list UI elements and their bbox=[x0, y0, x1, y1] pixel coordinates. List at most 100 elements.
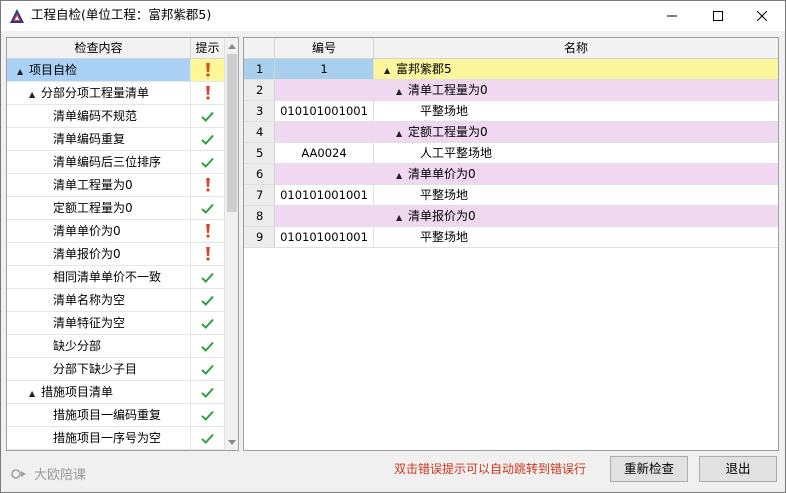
tree-row[interactable]: 清单单价为0 bbox=[7, 220, 224, 243]
tree-row[interactable]: 措施项目一编码重复 bbox=[7, 404, 224, 427]
tree-scrollbar[interactable] bbox=[224, 38, 238, 450]
expand-triangle-icon[interactable]: ▲ bbox=[17, 61, 29, 83]
close-button[interactable] bbox=[739, 1, 785, 31]
grid-cell-name[interactable]: 平整场地 bbox=[374, 101, 778, 121]
scroll-down-arrow-icon[interactable] bbox=[225, 435, 238, 449]
self-check-window: 工程自检(单位工程：富邦紫郡5) 检查内容 提示 ▲ 项目自检 ▲ 分部分项工程量清单… bbox=[0, 0, 786, 493]
grid-row[interactable]: 5 AA0024 人工平整场地 bbox=[244, 143, 778, 164]
expand-triangle-icon[interactable]: ▲ bbox=[396, 166, 408, 186]
scroll-up-arrow-icon[interactable] bbox=[225, 39, 238, 53]
grid-cell-code[interactable]: 010101001001 bbox=[275, 185, 374, 205]
grid-row-number[interactable]: 5 bbox=[244, 143, 275, 163]
grid-cell-code[interactable] bbox=[275, 206, 374, 226]
tree-row-tip[interactable] bbox=[191, 59, 224, 81]
grid-row-number[interactable]: 6 bbox=[244, 164, 275, 184]
grid-row[interactable]: 2 ▲ 清单工程量为0 bbox=[244, 80, 778, 102]
grid-row[interactable]: 3 010101001001 平整场地 bbox=[244, 101, 778, 122]
expand-triangle-icon[interactable]: ▲ bbox=[29, 84, 41, 106]
tree-row-tip[interactable] bbox=[191, 105, 224, 127]
tree-row[interactable]: 清单编码不规范 bbox=[7, 105, 224, 128]
tree-row[interactable]: 清单工程量为0 bbox=[7, 174, 224, 197]
expand-triangle-icon[interactable]: ▲ bbox=[396, 124, 408, 144]
tree-row[interactable]: 措施项目一序号为空 bbox=[7, 427, 224, 450]
grid-cell-code[interactable]: AA0024 bbox=[275, 143, 374, 163]
tree-row-tip[interactable] bbox=[191, 312, 224, 334]
expand-triangle-icon[interactable]: ▲ bbox=[396, 82, 408, 102]
tree-row-text: 清单单价为0 bbox=[53, 224, 121, 238]
scroll-thumb[interactable] bbox=[227, 54, 237, 212]
tree-row[interactable]: ▲ 分部分项工程量清单 bbox=[7, 82, 224, 105]
expand-triangle-icon[interactable]: ▲ bbox=[396, 208, 408, 228]
grid-cell-code[interactable] bbox=[275, 80, 374, 100]
grid-row-number[interactable]: 4 bbox=[244, 122, 275, 142]
grid-cell-name[interactable]: ▲ 清单工程量为0 bbox=[374, 80, 778, 102]
grid-row-number[interactable]: 8 bbox=[244, 206, 275, 226]
tree-row-tip[interactable] bbox=[191, 174, 224, 196]
tree-row[interactable]: 清单编码后三位排序 bbox=[7, 151, 224, 174]
tree-row-tip[interactable] bbox=[191, 404, 224, 426]
tree-row-text: 措施项目一编码重复 bbox=[53, 408, 162, 422]
tree-row-tip[interactable] bbox=[191, 82, 224, 104]
tree-row[interactable]: 定额工程量为0 bbox=[7, 197, 224, 220]
tree-row[interactable]: 相同清单单价不一致 bbox=[7, 266, 224, 289]
tree-row-tip[interactable] bbox=[191, 128, 224, 150]
grid-row[interactable]: 1 1 ▲ 富邦紫郡5 bbox=[244, 59, 778, 81]
grid-cell-code[interactable] bbox=[275, 164, 374, 184]
grid-cell-name-text: 平整场地 bbox=[420, 188, 469, 202]
tree-row-text: 分部分项工程量清单 bbox=[41, 86, 150, 100]
grid-cell-name[interactable]: ▲ 富邦紫郡5 bbox=[374, 59, 778, 81]
grid-row[interactable]: 7 010101001001 平整场地 bbox=[244, 185, 778, 206]
grid-cell-code[interactable] bbox=[275, 122, 374, 142]
tree-row-tip[interactable] bbox=[191, 381, 224, 403]
expand-triangle-icon[interactable]: ▲ bbox=[384, 61, 396, 81]
maximize-button[interactable] bbox=[695, 1, 741, 31]
grid-cell-code[interactable]: 010101001001 bbox=[275, 227, 374, 247]
tree-row-tip[interactable] bbox=[191, 220, 224, 242]
exit-button[interactable]: 退出 bbox=[699, 456, 777, 482]
grid-row-number[interactable]: 9 bbox=[244, 227, 275, 247]
grid-cell-name[interactable]: 平整场地 bbox=[374, 227, 778, 247]
column-header-content[interactable]: 检查内容 bbox=[7, 38, 191, 58]
tree-row-tip[interactable] bbox=[191, 335, 224, 357]
tree-row-tip[interactable] bbox=[191, 358, 224, 380]
grid-row-number[interactable]: 3 bbox=[244, 101, 275, 121]
minimize-button[interactable] bbox=[649, 1, 695, 31]
check-icon bbox=[201, 341, 214, 352]
tree-row-text: 措施项目一序号为空 bbox=[53, 431, 162, 445]
expand-triangle-icon[interactable]: ▲ bbox=[29, 383, 41, 405]
tree-row[interactable]: ▲ 项目自检 bbox=[7, 59, 224, 82]
tree-row[interactable]: 清单名称为空 bbox=[7, 289, 224, 312]
grid-cell-code[interactable]: 1 bbox=[275, 59, 374, 79]
column-header-name[interactable]: 名称 bbox=[374, 38, 778, 58]
column-header-code[interactable]: 编号 bbox=[275, 38, 374, 58]
tree-row[interactable]: ▲ 措施项目清单 bbox=[7, 381, 224, 404]
grid-row-number[interactable]: 7 bbox=[244, 185, 275, 205]
tree-row-tip[interactable] bbox=[191, 151, 224, 173]
tree-row[interactable]: 清单报价为0 bbox=[7, 243, 224, 266]
grid-cell-code[interactable]: 010101001001 bbox=[275, 101, 374, 121]
tree-row-tip[interactable] bbox=[191, 427, 224, 449]
tree-row[interactable]: 清单编码重复 bbox=[7, 128, 224, 151]
tree-row-tip[interactable] bbox=[191, 197, 224, 219]
grid-row-number[interactable]: 1 bbox=[244, 59, 275, 79]
tree-row-label: ▲ 项目自检 bbox=[7, 59, 191, 81]
tree-row[interactable]: 缺少分部 bbox=[7, 335, 224, 358]
recheck-button[interactable]: 重新检查 bbox=[610, 456, 688, 482]
grid-row[interactable]: 6 ▲ 清单单价为0 bbox=[244, 164, 778, 186]
grid-row[interactable]: 9 010101001001 平整场地 bbox=[244, 227, 778, 248]
tree-row[interactable]: 清单特征为空 bbox=[7, 312, 224, 335]
tree-row-text: 措施项目清单 bbox=[41, 385, 114, 399]
grid-cell-name[interactable]: 平整场地 bbox=[374, 185, 778, 205]
tree-row-tip[interactable] bbox=[191, 289, 224, 311]
grid-cell-name[interactable]: 人工平整场地 bbox=[374, 143, 778, 163]
grid-row-number[interactable]: 2 bbox=[244, 80, 275, 100]
grid-row[interactable]: 8 ▲ 清单报价为0 bbox=[244, 206, 778, 228]
grid-row[interactable]: 4 ▲ 定额工程量为0 bbox=[244, 122, 778, 144]
tree-row[interactable]: 分部下缺少子目 bbox=[7, 358, 224, 381]
column-header-tip[interactable]: 提示 bbox=[191, 38, 224, 58]
grid-cell-name[interactable]: ▲ 清单报价为0 bbox=[374, 206, 778, 228]
grid-cell-name[interactable]: ▲ 清单单价为0 bbox=[374, 164, 778, 186]
tree-row-tip[interactable] bbox=[191, 243, 224, 265]
grid-cell-name[interactable]: ▲ 定额工程量为0 bbox=[374, 122, 778, 144]
tree-row-tip[interactable] bbox=[191, 266, 224, 288]
